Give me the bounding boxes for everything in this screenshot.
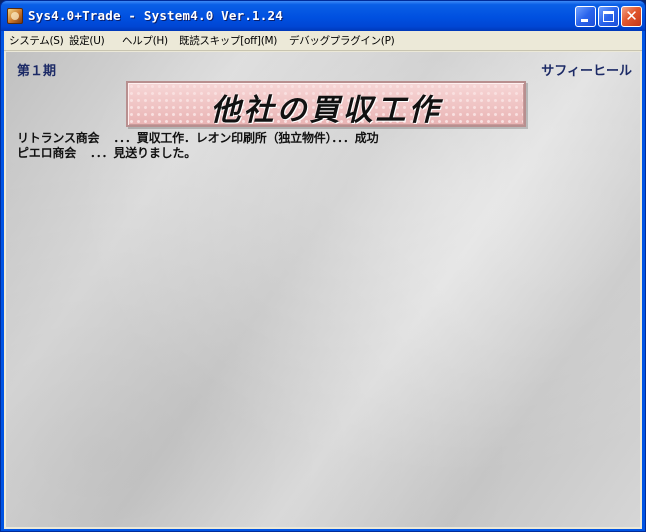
title-bar[interactable]: Sys4.0+Trade - System4.0 Ver.1.24 ✕ bbox=[1, 1, 645, 31]
app-window: Sys4.0+Trade - System4.0 Ver.1.24 ✕ システム… bbox=[0, 0, 646, 532]
app-icon[interactable] bbox=[7, 8, 23, 24]
close-button[interactable]: ✕ bbox=[621, 6, 642, 27]
maximize-button[interactable] bbox=[598, 6, 619, 27]
menu-system[interactable]: システム(S) bbox=[9, 33, 64, 48]
event-banner: 他社の買収工作 bbox=[126, 81, 526, 128]
log-company: リトランス商会 bbox=[17, 131, 100, 145]
log-result: ．．．買収工作．レオン印刷所（独立物件）．．．成功 bbox=[113, 131, 379, 145]
banner-title: 他社の買収工作 bbox=[210, 93, 442, 128]
log-company: ピエロ商会 bbox=[17, 146, 77, 160]
window-title: Sys4.0+Trade - System4.0 Ver.1.24 bbox=[28, 8, 283, 23]
game-screen[interactable]: 第１期 サフィーヒール 他社の買収工作 リトランス商会 ．．．買収工作．レオン印刷… bbox=[6, 52, 640, 527]
close-icon: ✕ bbox=[625, 7, 638, 25]
menu-debug-plugin[interactable]: デバッグプラグイン(P) bbox=[289, 33, 395, 48]
menu-settings[interactable]: 設定(U) bbox=[69, 33, 105, 48]
maximize-icon bbox=[603, 11, 614, 22]
menu-read-skip[interactable]: 既読スキップ[off](M) bbox=[179, 33, 277, 48]
log-result: ．．．見送りました。 bbox=[90, 146, 197, 160]
menu-bar: システム(S) 設定(U) ヘルプ(H) 既読スキップ[off](M) デバッグ… bbox=[4, 31, 642, 51]
minimize-button[interactable] bbox=[575, 6, 596, 27]
company-name: サフィーヒール bbox=[541, 64, 632, 79]
period-label: 第１期 bbox=[17, 64, 57, 79]
window-frame: システム(S) 設定(U) ヘルプ(H) 既読スキップ[off](M) デバッグ… bbox=[4, 31, 642, 529]
minimize-icon bbox=[581, 19, 588, 22]
menu-help[interactable]: ヘルプ(H) bbox=[122, 33, 168, 48]
log-line: ピエロ商会 ．．．見送りました。 bbox=[17, 144, 196, 161]
